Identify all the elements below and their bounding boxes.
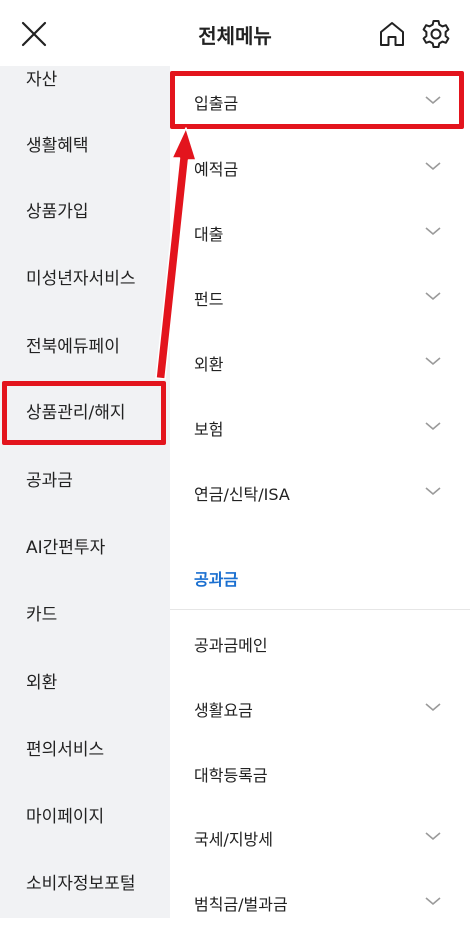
sidebar-item-assets[interactable]: 자산: [0, 60, 170, 100]
sidebar-item-card[interactable]: 카드: [0, 595, 170, 635]
chevron-down-icon: [425, 227, 441, 236]
sidebar-item-utility-bills[interactable]: 공과금: [0, 461, 170, 501]
sidebar-item-consumer-portal[interactable]: 소비자정보포털: [0, 864, 170, 904]
menu-item-label: 범칙금/벌과금: [194, 895, 288, 914]
highlight-box-deposit: [170, 71, 464, 129]
chevron-down-icon: [425, 357, 441, 366]
menu-item-label: 국세/지방세: [194, 830, 273, 849]
sidebar-item-ai-investing[interactable]: AI간편투자: [0, 528, 170, 568]
section-divider: [170, 609, 470, 610]
menu-item-savings[interactable]: 예적금: [170, 146, 470, 190]
sidebar-item-convenience[interactable]: 편의서비스: [0, 730, 170, 770]
chevron-down-icon: [425, 162, 441, 171]
chevron-down-icon: [425, 897, 441, 906]
menu-item-label: 외환: [194, 355, 224, 374]
menu-item-tuition[interactable]: 대학등록금: [170, 752, 470, 796]
sidebar-item-foreign-exchange[interactable]: 외환: [0, 663, 170, 703]
menu-item-national-local-tax[interactable]: 국세/지방세: [170, 816, 470, 860]
sidebar: 자산 생활혜택 상품가입 미성년자서비스 전북에듀페이 상품관리/해지 공과금 …: [0, 66, 170, 918]
menu-item-label: 연금/신탁/ISA: [194, 485, 290, 504]
menu-item-fund[interactable]: 펀드: [170, 276, 470, 320]
chevron-down-icon: [425, 832, 441, 841]
menu-item-loan[interactable]: 대출: [170, 211, 470, 255]
menu-item-label: 예적금: [194, 160, 239, 179]
menu-item-label: 공과금메인: [194, 636, 268, 655]
home-button[interactable]: [376, 18, 408, 50]
menu-item-label: 대학등록금: [194, 766, 268, 785]
sidebar-item-life-benefits[interactable]: 생활혜택: [0, 126, 170, 166]
chevron-down-icon: [425, 703, 441, 712]
menu-item-fines[interactable]: 범칙금/벌과금: [170, 881, 470, 925]
menu-item-label: 펀드: [194, 290, 224, 309]
sidebar-item-product-signup[interactable]: 상품가입: [0, 192, 170, 232]
menu-item-label: 보험: [194, 420, 224, 439]
header-bar: 전체메뉴: [0, 0, 470, 66]
highlight-box-product-management: [2, 381, 166, 445]
menu-item-label: 생활요금: [194, 701, 253, 720]
chevron-down-icon: [425, 422, 441, 431]
menu-item-living-charges[interactable]: 생활요금: [170, 687, 470, 731]
sidebar-item-my-page[interactable]: 마이페이지: [0, 797, 170, 837]
chevron-down-icon: [425, 292, 441, 301]
menu-item-insurance[interactable]: 보험: [170, 406, 470, 450]
section-title-utility-bills: 공과금: [194, 570, 239, 589]
menu-item-foreign-exchange[interactable]: 외환: [170, 341, 470, 385]
menu-item-utility-main[interactable]: 공과금메인: [170, 622, 470, 666]
chevron-down-icon: [425, 487, 441, 496]
home-icon: [380, 22, 404, 46]
submenu-panel: 입출금 예적금 대출 펀드 외환 보험 연금/신탁/ISA 공과금 공과금메인 …: [170, 66, 470, 944]
settings-button[interactable]: [419, 17, 453, 51]
gear-icon: [422, 20, 450, 48]
sidebar-item-minor-services[interactable]: 미성년자서비스: [0, 259, 170, 299]
menu-item-pension-trust-isa[interactable]: 연금/신탁/ISA: [170, 471, 470, 515]
menu-item-label: 대출: [194, 225, 224, 244]
sidebar-item-edupay[interactable]: 전북에듀페이: [0, 327, 170, 367]
